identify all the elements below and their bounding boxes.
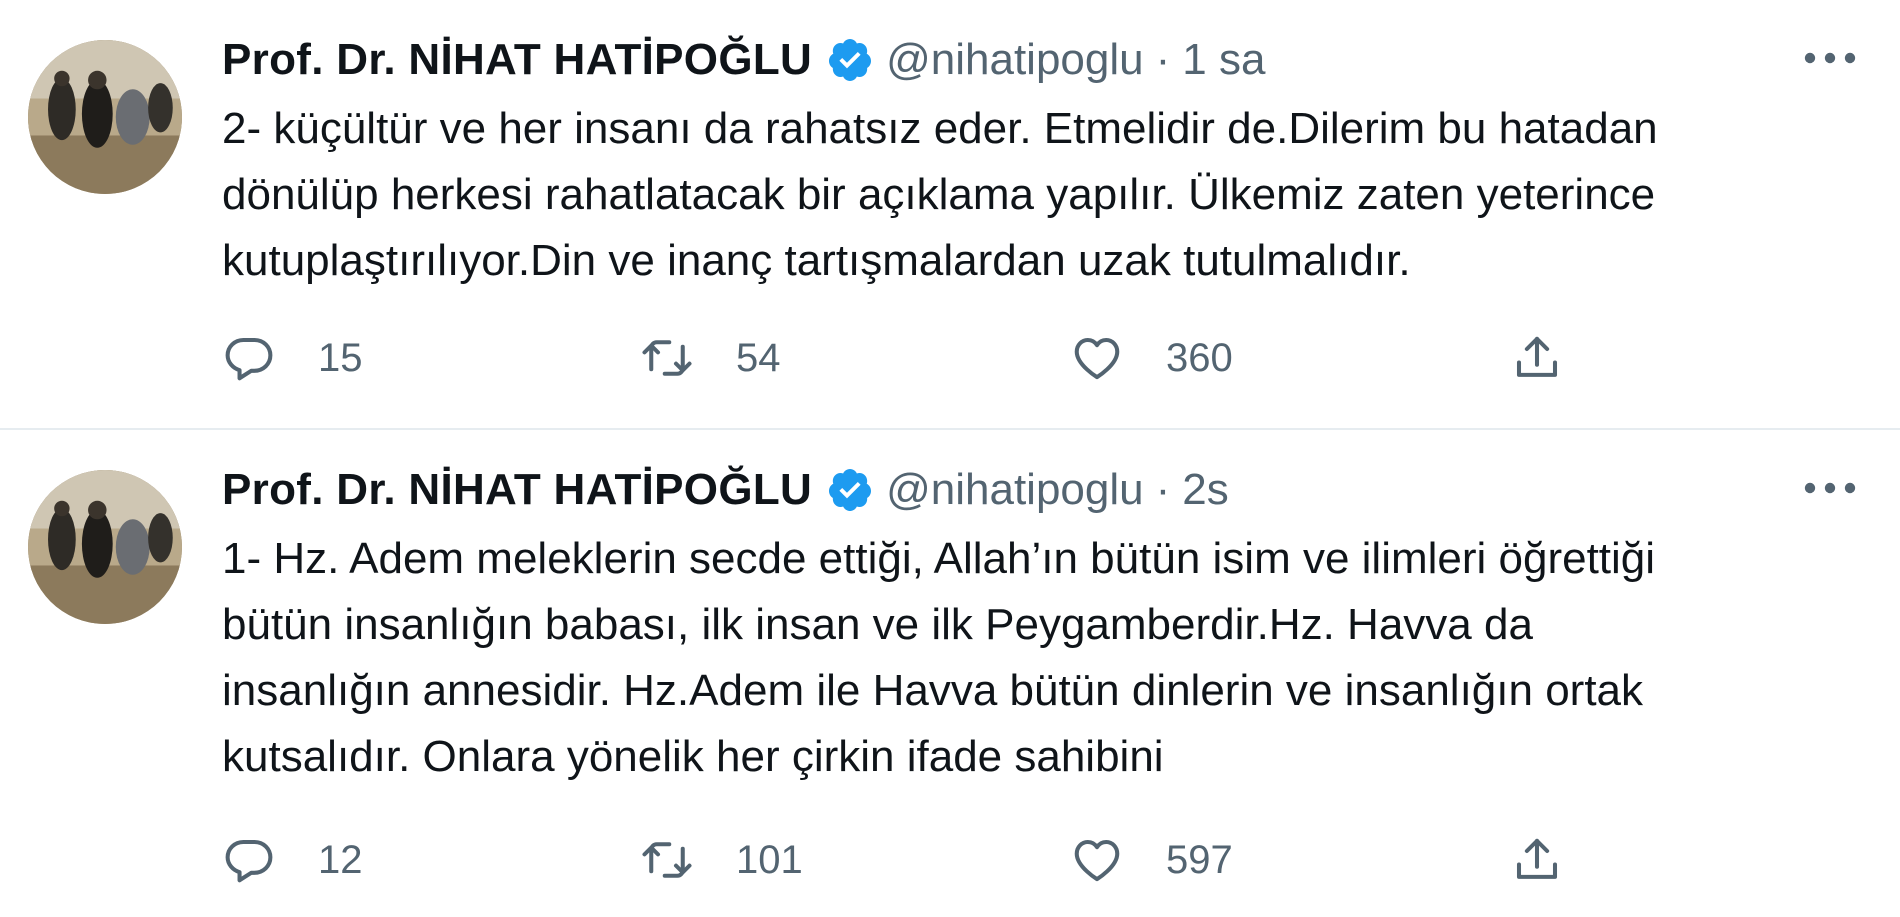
share-icon <box>1510 833 1564 887</box>
tweet-header: Prof. Dr. NİHAT HATİPOĞLU @nihatipoglu ·… <box>222 458 1229 522</box>
separator-dot: · <box>1155 35 1171 84</box>
reply-button[interactable]: 12 <box>222 825 363 895</box>
author-handle[interactable]: @nihatipoglu <box>886 465 1144 515</box>
heart-icon <box>1070 833 1124 887</box>
retweet-button[interactable]: 101 <box>640 825 803 895</box>
reply-icon <box>222 331 276 385</box>
retweet-icon <box>640 331 694 385</box>
like-count: 597 <box>1166 837 1233 882</box>
like-button[interactable]: 360 <box>1070 323 1233 393</box>
tweet-text: 1- Hz. Adem meleklerin secde ettiği, All… <box>222 534 1656 781</box>
author-name[interactable]: Prof. Dr. NİHAT HATİPOĞLU <box>222 35 812 85</box>
avatar[interactable] <box>28 470 182 624</box>
like-button[interactable]: 597 <box>1070 825 1233 895</box>
timestamp[interactable]: 2s <box>1182 465 1228 515</box>
more-options-icon[interactable] <box>1800 468 1860 508</box>
tweet-text: 2- küçültür ve her insanı da rahatsız ed… <box>222 104 1658 285</box>
reply-count: 12 <box>318 837 363 882</box>
tweet-actions: 15 54 360 <box>222 323 1622 393</box>
separator-dot: · <box>1155 465 1171 514</box>
tweet-actions: 12 101 597 <box>222 825 1622 895</box>
share-button[interactable] <box>1510 825 1564 895</box>
reply-count: 15 <box>318 335 363 380</box>
more-options-icon[interactable] <box>1800 38 1860 78</box>
verified-badge-icon <box>826 466 874 514</box>
share-icon <box>1510 331 1564 385</box>
retweet-icon <box>640 833 694 887</box>
reply-icon <box>222 833 276 887</box>
tweet-feed: Prof. Dr. NİHAT HATİPOĞLU @nihatipoglu ·… <box>0 0 1900 917</box>
author-name[interactable]: Prof. Dr. NİHAT HATİPOĞLU <box>222 465 812 515</box>
retweet-count: 101 <box>736 837 803 882</box>
retweet-count: 54 <box>736 335 781 380</box>
like-count: 360 <box>1166 335 1233 380</box>
retweet-button[interactable]: 54 <box>640 323 781 393</box>
share-button[interactable] <box>1510 323 1564 393</box>
author-handle[interactable]: @nihatipoglu <box>886 35 1144 85</box>
verified-badge-icon <box>826 36 874 84</box>
avatar[interactable] <box>28 40 182 194</box>
heart-icon <box>1070 331 1124 385</box>
timestamp[interactable]: 1 sa <box>1182 35 1265 85</box>
reply-button[interactable]: 15 <box>222 323 363 393</box>
tweet-header: Prof. Dr. NİHAT HATİPOĞLU @nihatipoglu ·… <box>222 28 1265 92</box>
tweet[interactable]: Prof. Dr. NİHAT HATİPOĞLU @nihatipoglu ·… <box>0 430 1900 917</box>
tweet[interactable]: Prof. Dr. NİHAT HATİPOĞLU @nihatipoglu ·… <box>0 0 1900 430</box>
